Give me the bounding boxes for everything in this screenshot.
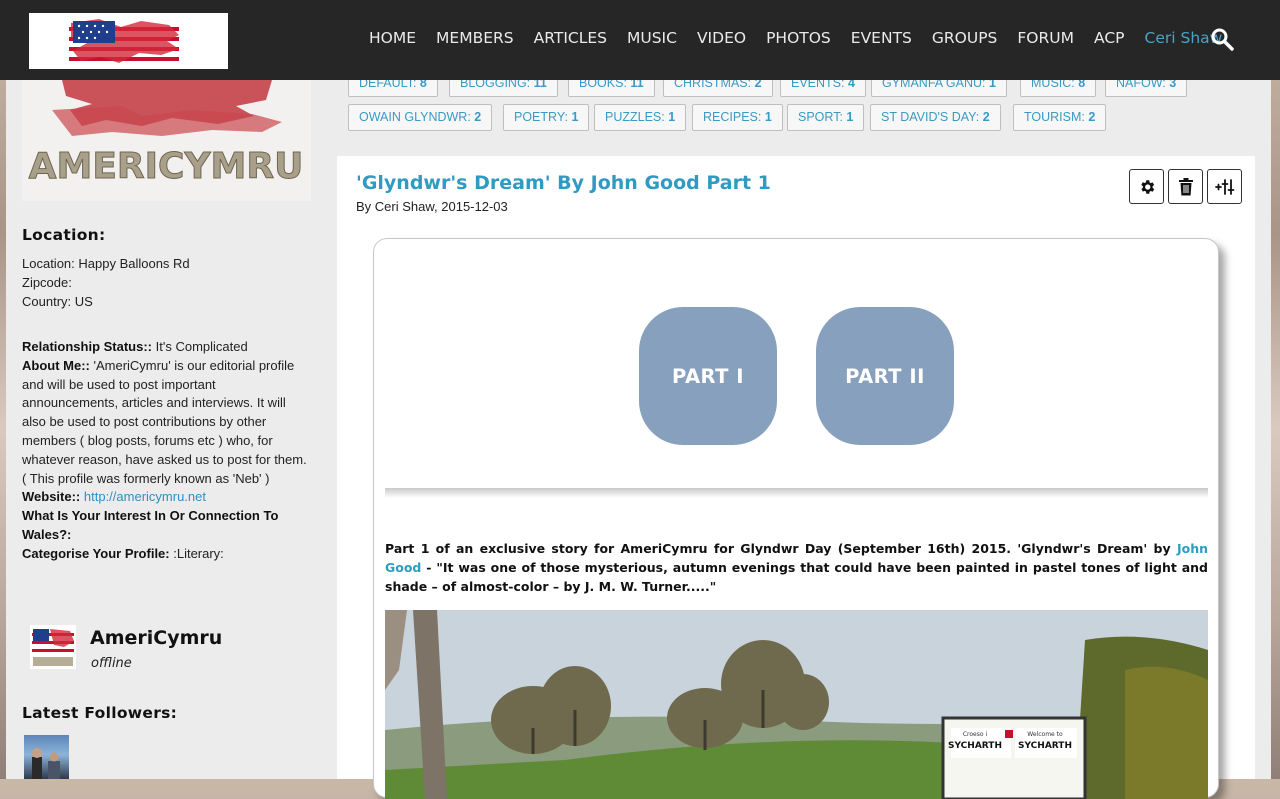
adjust-button[interactable]: [1207, 169, 1242, 204]
website-link[interactable]: http://americymru.net: [84, 489, 206, 504]
follower-avatar[interactable]: [24, 735, 69, 779]
main-nav: HOME MEMBERS ARTICLES MUSIC VIDEO PHOTOS…: [369, 0, 1242, 75]
search-icon[interactable]: [1210, 27, 1234, 51]
tag-owain-glyndwr[interactable]: OWAIN GLYNDWR: 2: [348, 104, 493, 131]
tag-puzzles[interactable]: PUZZLES: 1: [594, 104, 687, 131]
country-line: Country: US: [22, 293, 93, 309]
article-intro: Part 1 of an exclusive story for AmeriCy…: [385, 541, 1208, 594]
interest-connection: What Is Your Interest In Or Connection T…: [22, 508, 279, 542]
americymru-banner-icon: AMERICYMRU: [22, 80, 311, 201]
tag-poetry[interactable]: POETRY: 1: [503, 104, 590, 131]
article-panel: 'Glyndwr's Dream' By John Good Part 1 By…: [337, 156, 1255, 799]
member-name[interactable]: AmeriCymru: [90, 627, 222, 649]
nav-home[interactable]: HOME: [369, 29, 416, 47]
svg-text:SYCHARTH: SYCHARTH: [948, 741, 1002, 751]
nav-video[interactable]: VIDEO: [697, 29, 746, 47]
profile-picture: AMERICYMRU: [22, 80, 311, 201]
avatar[interactable]: [30, 625, 76, 669]
followers-heading: Latest Followers:: [22, 704, 178, 722]
delete-button[interactable]: [1168, 169, 1203, 204]
americymru-avatar-icon: [30, 625, 76, 669]
location-details: Location: Happy Balloons Rd Zipcode: Cou…: [22, 255, 310, 311]
page-container: AMERICYMRU Location: Location: Happy Bal…: [6, 70, 1271, 799]
profile-sidebar: AMERICYMRU Location: Location: Happy Bal…: [6, 80, 326, 779]
relationship-status: Relationship Status:: It's Complicated: [22, 339, 248, 354]
nav-events[interactable]: EVENTS: [851, 29, 912, 47]
about-me: About Me:: 'AmeriCymru' is our editorial…: [22, 357, 307, 486]
member-status: offline: [91, 656, 132, 671]
part-2-button[interactable]: PART II: [816, 307, 954, 445]
location-line: Location: Happy Balloons Rd: [22, 256, 190, 271]
profile-details: Relationship Status:: It's Complicated A…: [22, 338, 310, 564]
member-card: AmeriCymru offline: [30, 625, 310, 673]
part-1-button[interactable]: PART I: [639, 307, 777, 445]
article-content: PART I PART II Part 1 of an exclusive st…: [373, 238, 1219, 799]
trash-icon: [1178, 177, 1193, 195]
tag-recipes[interactable]: RECIPES: 1: [692, 104, 783, 131]
sliders-icon: [1214, 178, 1234, 195]
svg-text:SYCHARTH: SYCHARTH: [1018, 741, 1072, 751]
content-divider: [385, 488, 1208, 498]
settings-button[interactable]: [1129, 169, 1164, 204]
nav-acp[interactable]: ACP: [1094, 29, 1125, 47]
top-navbar: HOME MEMBERS ARTICLES MUSIC VIDEO PHOTOS…: [0, 0, 1280, 80]
category-tags: DEFAULT: 8 BLOGGING: 11 BOOKS: 11 CHRISTMAS…: [348, 70, 1248, 155]
tag-tourism[interactable]: TOURISM: 2: [1013, 104, 1107, 131]
nav-photos[interactable]: PHOTOS: [766, 29, 831, 47]
website: Website:: http://americymru.net: [22, 489, 206, 505]
nav-groups[interactable]: GROUPS: [932, 29, 998, 47]
svg-text:Croeso i: Croeso i: [963, 731, 988, 738]
categorise-profile: Categorise Your Profile: :Literary:: [22, 545, 224, 561]
person-photo-icon: [32, 748, 60, 779]
tag-st-david-s-day[interactable]: ST DAVID'S DAY: 2: [870, 104, 1001, 131]
article-title[interactable]: 'Glyndwr's Dream' By John Good Part 1: [356, 172, 771, 194]
site-logo[interactable]: [29, 13, 228, 69]
nav-music[interactable]: MUSIC: [627, 29, 677, 47]
article-photo: Croeso i SYCHARTH Welcome to SYCHARTH: [385, 610, 1208, 799]
location-heading: Location:: [22, 226, 106, 244]
tag-sport[interactable]: SPORT: 1: [787, 104, 865, 131]
zipcode-line: Zipcode:: [22, 274, 72, 290]
article-byline: By Ceri Shaw, 2015-12-03: [356, 199, 508, 214]
nav-articles[interactable]: ARTICLES: [534, 29, 607, 47]
landscape-photo: Croeso i SYCHARTH Welcome to SYCHARTH: [385, 610, 1208, 799]
nav-members[interactable]: MEMBERS: [436, 29, 514, 47]
gear-icon: [1140, 179, 1154, 194]
nav-forum[interactable]: FORUM: [1017, 29, 1074, 47]
flag-dragon-logo-icon: [69, 19, 179, 65]
svg-text:Welcome to: Welcome to: [1027, 731, 1063, 738]
svg-text:AMERICYMRU: AMERICYMRU: [29, 146, 304, 187]
